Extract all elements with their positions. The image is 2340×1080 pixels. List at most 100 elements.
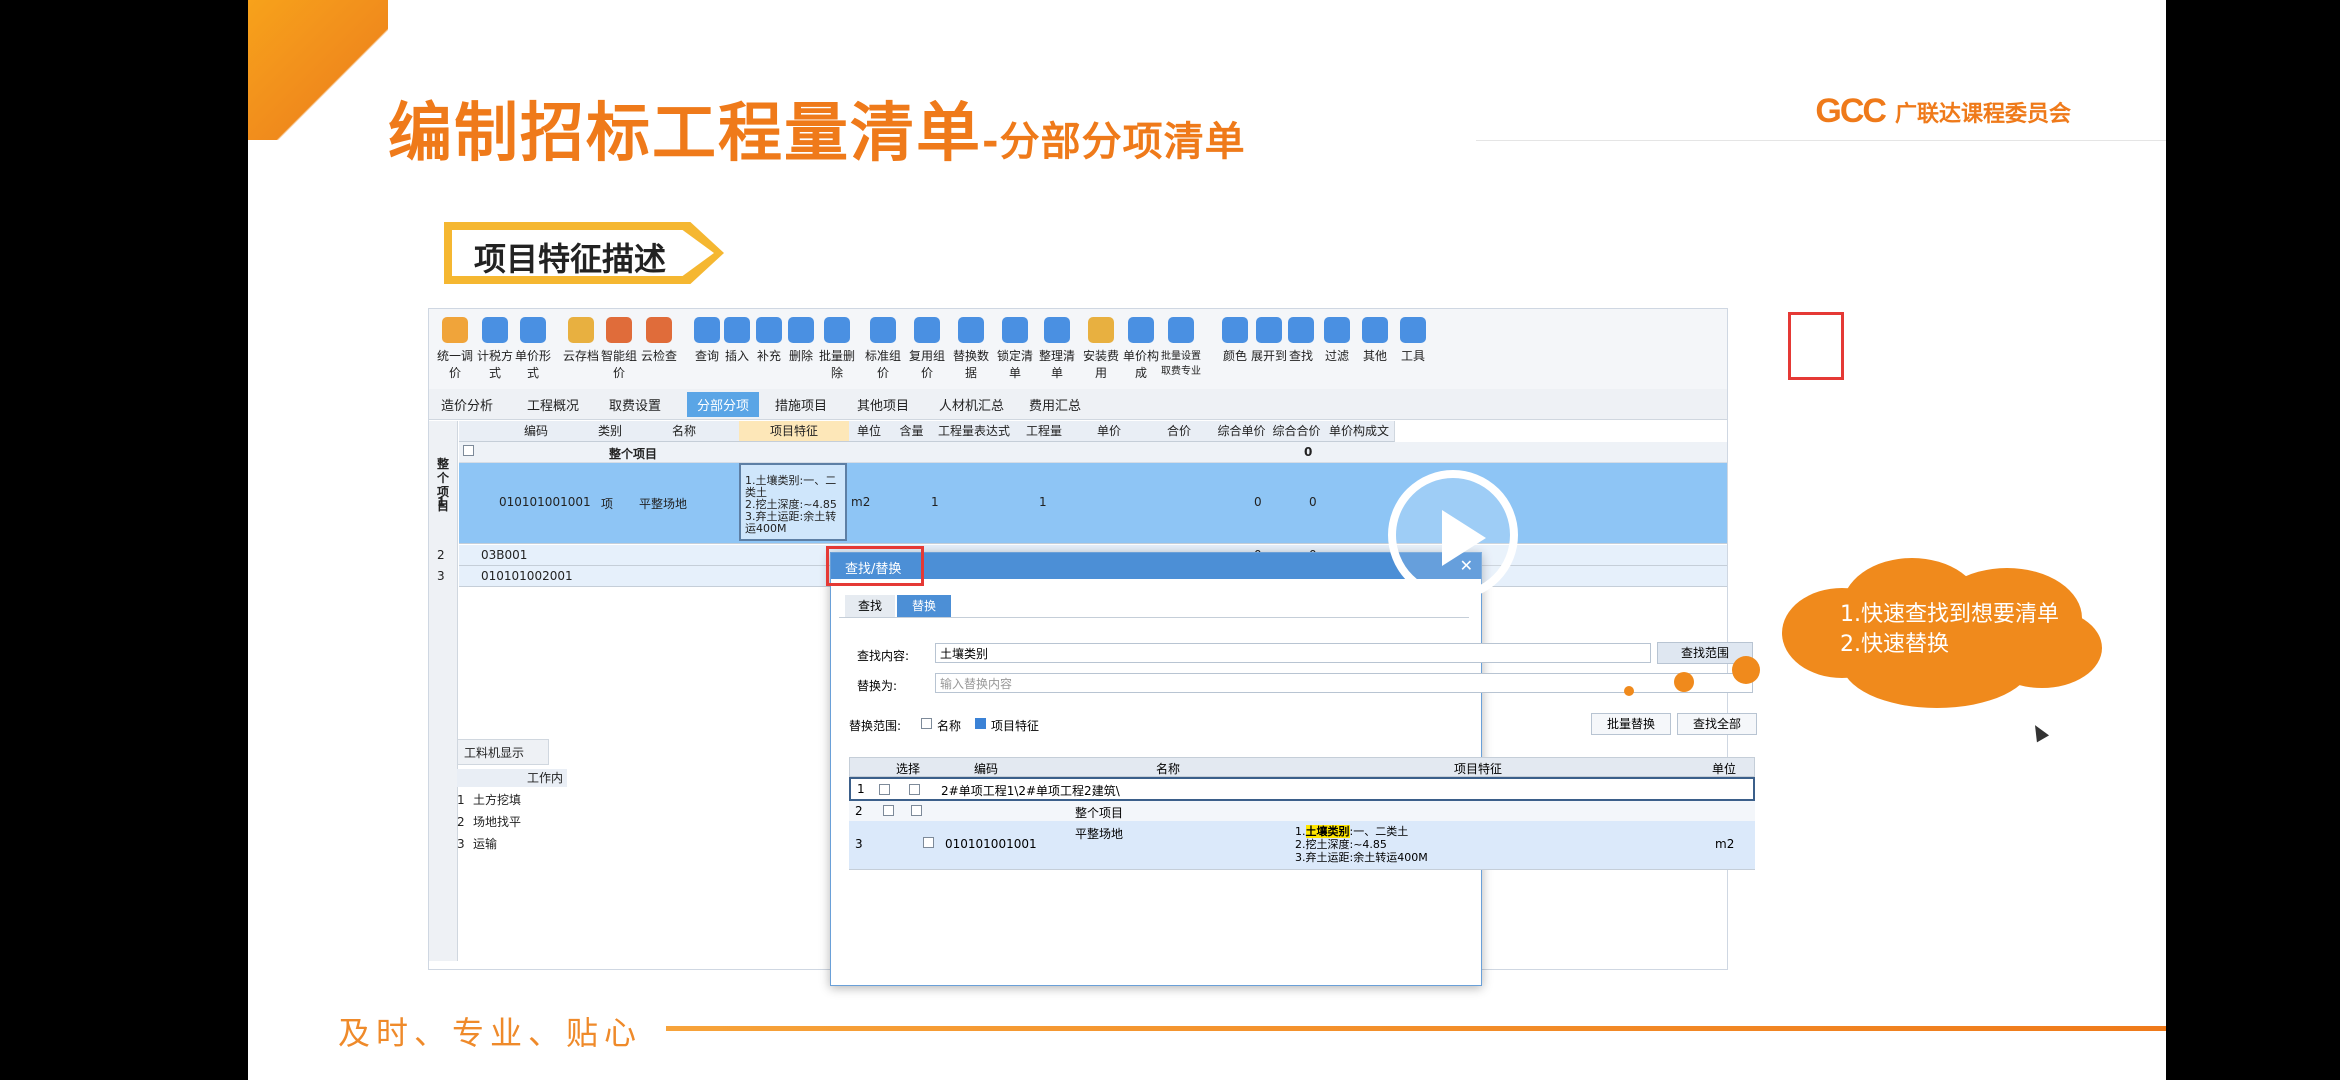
brand: GCC 广联达课程委员会 [1815,92,2071,131]
collapse-icon[interactable] [463,445,474,456]
result-row[interactable]: 1 2#单项工程1\2#单项工程2建筑\ [849,777,1755,801]
result-path: 2#单项工程1\2#单项工程2建筑\ [941,784,1120,798]
result-header: 选择 编码 名称 项目特征 单位 [849,757,1755,777]
section-tag: 项目特征描述 [444,222,754,284]
toolbar-icon-9 [788,317,814,343]
toolbar-label-22: 过滤 [1324,349,1349,363]
toolbar-button-0[interactable]: 统一调价 [433,317,477,381]
find-all-button[interactable]: 查找全部 [1677,713,1757,735]
col-feature[interactable]: 项目特征 [739,421,850,442]
toolbar-icon-15 [1044,317,1070,343]
toolbar-button-4[interactable]: 智能组价 [597,317,641,381]
group-row[interactable]: 整个项目 0 [459,442,1727,463]
toolbar-button-14[interactable]: 锁定清单 [993,317,1037,381]
col-comp-total[interactable]: 综合合价 [1269,421,1325,442]
result-unit: m2 [1715,837,1735,851]
list-item[interactable]: 1 土方挖填 [457,789,521,811]
toolbar-icon-18 [1168,317,1194,343]
toolbar-button-24[interactable]: 工具 [1391,317,1435,364]
col-content[interactable]: 含量 [889,421,935,442]
result-row[interactable]: 2 整个项目 [849,801,1755,822]
col-comp-unit-price[interactable]: 综合单价 [1214,421,1270,442]
toolbar-button-11[interactable]: 标准组价 [861,317,905,381]
name-checkbox[interactable] [921,718,932,729]
tab-project-overview[interactable]: 工程概况 [527,395,579,414]
lower-panel-list: 1 土方挖填 2 场地找平 3 运输 [457,789,521,855]
toolbar-button-13[interactable]: 替换数据 [949,317,993,381]
tab-replace[interactable]: 替换 [897,595,951,617]
replace-label: 替换为: [857,679,898,693]
toolbar-button-5[interactable]: 云检查 [637,317,681,364]
collapse-icon[interactable] [879,784,890,795]
row-unit: m2 [851,495,871,509]
result-row[interactable]: 3 010101001001 平整场地 1.土壤类别:一、二类土 2.挖土深度:… [849,821,1755,870]
title-main: 编制招标工程量清单 [388,97,982,171]
col-price-structure[interactable]: 单价构成文 [1324,421,1395,442]
play-button[interactable] [1388,470,1518,600]
row-checkbox[interactable] [911,805,922,816]
col-code[interactable]: 编码 [481,421,592,442]
search-highlight: 土壤类别 [1305,825,1350,838]
tab-material-display[interactable]: 工料机显示 [464,744,524,761]
col-name[interactable]: 名称 [629,421,740,442]
tab-measures[interactable]: 措施项目 [775,395,827,414]
toolbar-icon-10 [824,317,850,343]
col-unit-price[interactable]: 单价 [1074,421,1145,442]
list-item[interactable]: 3 运输 [457,833,521,855]
toolbar-label-23: 其他 [1362,349,1387,363]
col-code: 编码 [974,762,999,776]
find-input[interactable]: 土壤类别 [935,643,1651,663]
row-number: 1 [437,495,446,509]
result-feature: 1.土壤类别:一、二类土 2.挖土深度:~4.85 3.弃土运距:余土转运400… [1295,825,1428,864]
collapse-icon[interactable] [883,805,894,816]
row-checkbox[interactable] [923,837,934,848]
divider [1476,140,2166,141]
toolbar-button-10[interactable]: 批量删除 [815,317,859,381]
find-highlight-box [1788,312,1844,380]
tab-sub-items[interactable]: 分部分项 [687,392,760,417]
toolbar-icon-3 [568,317,594,343]
col-unit: 单位 [1712,762,1737,776]
group-name: 整个项目 [609,447,658,461]
section-tag-label: 项目特征描述 [474,240,667,278]
row-name: 平整场地 [639,497,688,511]
col-qty-expr[interactable]: 工程量表达式 [934,421,1015,442]
toolbar-button-2[interactable]: 单价形式 [511,317,555,381]
row-qty: 1 [1039,495,1047,509]
feature-checkbox[interactable] [975,718,986,729]
toolbar-icon-17 [1128,317,1154,343]
tab-cost-analysis[interactable]: 造价分析 [441,395,493,414]
tab-fee-summary[interactable]: 费用汇总 [1029,395,1081,414]
toolbar-label-12: 复用组价 [908,349,945,380]
row-checkbox[interactable] [909,784,920,795]
module-tabs: 造价分析 工程概况 取费设置 分部分项 措施项目 其他项目 人材机汇总 费用汇总 [429,389,1727,420]
toolbar-button-12[interactable]: 复用组价 [905,317,949,381]
toolbar-icon-2 [520,317,546,343]
toolbar-label-0: 统一调价 [436,349,473,380]
tab-find[interactable]: 查找 [845,595,895,617]
col-type[interactable]: 类别 [591,421,630,442]
tab-material-summary[interactable]: 人材机汇总 [939,395,1004,414]
tab-other-items[interactable]: 其他项目 [857,395,909,414]
toolbar-button-17[interactable]: 单价构成 [1119,317,1163,381]
toolbar-button-18[interactable]: 批量设置取费专业 [1159,317,1203,377]
toolbar-button-15[interactable]: 整理清单 [1035,317,1079,381]
toolbar-label-13: 替换数据 [952,349,989,380]
toolbar-label-4: 智能组价 [600,349,637,380]
col-total[interactable]: 合价 [1144,421,1215,442]
callout-line-2: 2.快速替换 [1840,632,1949,657]
col-unit[interactable]: 单位 [849,421,890,442]
batch-replace-button[interactable]: 批量替换 [1591,713,1671,735]
result-name: 整个项目 [1075,806,1124,820]
toolbar-button-16[interactable]: 安装费用 [1079,317,1123,381]
list-item[interactable]: 2 场地找平 [457,811,521,833]
row-qty-expr: 1 [931,495,939,509]
find-replace-dialog: 查找/替换 ✕ 查找 替换 查找内容: 土壤类别 查找范围 替换为: 输入替换内… [830,552,1757,986]
toolbar-label-24: 工具 [1400,349,1425,363]
tab-fee-settings[interactable]: 取费设置 [609,395,661,414]
row-comp-unit-price: 0 [1254,495,1262,509]
table-row[interactable]: 1 010101001001 项 平整场地 1.土壤类别:一、二类土 2.挖土深… [437,463,1727,544]
col-qty[interactable]: 工程量 [1014,421,1075,442]
feature-cell[interactable]: 1.土壤类别:一、二类土 2.挖土深度:~4.85 3.弃土运距:余土转运400… [739,463,847,541]
dialog-titlebar: 查找/替换 ✕ [831,553,1481,579]
